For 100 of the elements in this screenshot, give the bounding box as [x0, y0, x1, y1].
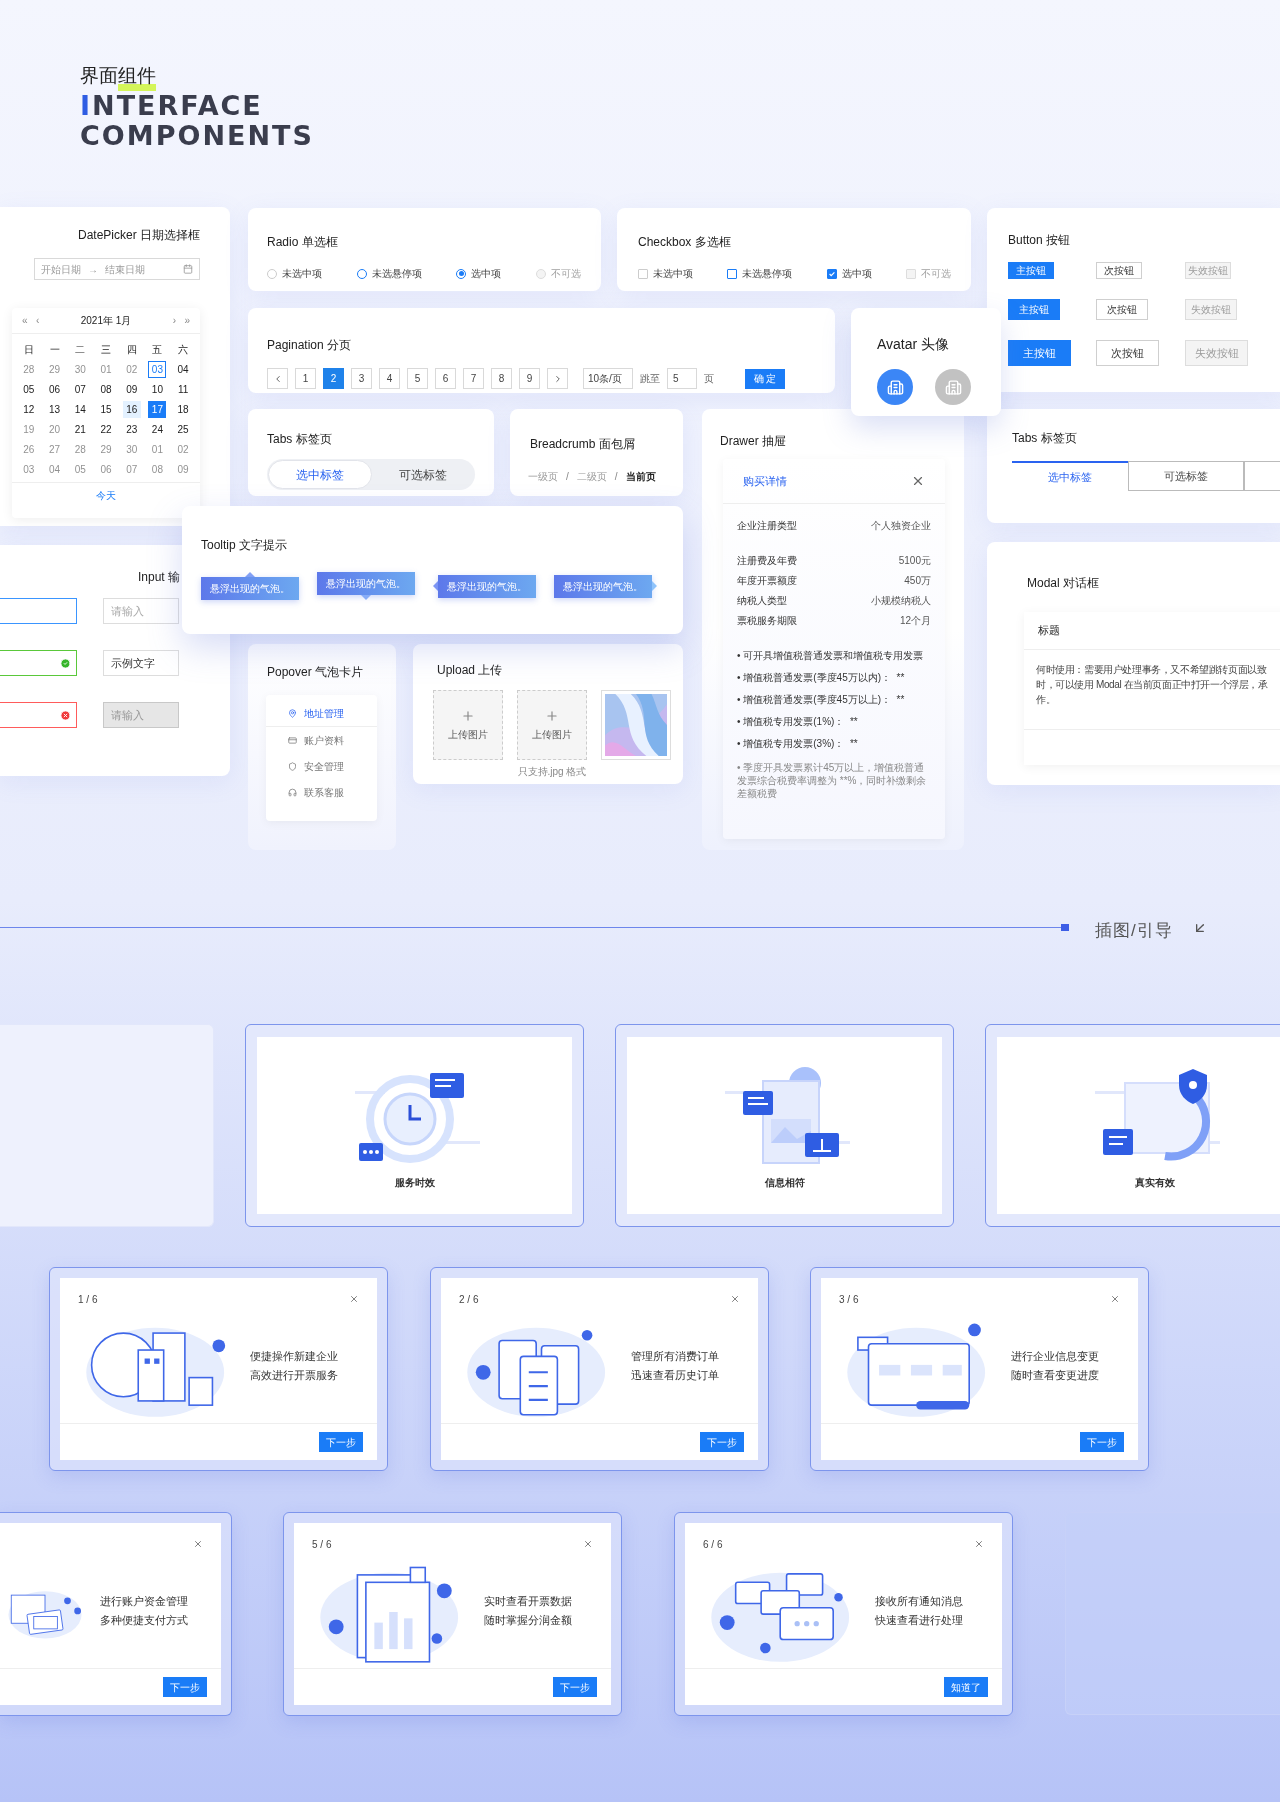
option-label: 选中项 — [471, 267, 502, 281]
calendar-day[interactable]: 21 — [71, 420, 90, 438]
action-button[interactable]: 主按钮 — [1008, 262, 1054, 279]
next-button[interactable]: 下一步 — [553, 1677, 597, 1697]
input-field[interactable] — [0, 650, 77, 676]
menu-item[interactable]: 地址管理 — [266, 701, 377, 727]
weekday-label: 五 — [152, 342, 163, 357]
calendar-day[interactable]: 05 — [19, 380, 38, 398]
calendar-day[interactable]: 12 — [19, 400, 38, 418]
field-value: 450万 — [904, 574, 931, 588]
close-icon[interactable] — [193, 1539, 203, 1549]
building-icon — [886, 378, 904, 396]
guide-text: 随时掌握分润金额 — [484, 1613, 572, 1628]
calendar-day[interactable]: 04 — [174, 360, 193, 378]
plus-icon — [461, 708, 475, 723]
breadcrumb-separator: / — [614, 470, 618, 484]
dialog-text: 作。 — [1036, 694, 1057, 706]
calendar-day[interactable]: 11 — [174, 380, 193, 398]
confirm-button[interactable]: 确 定 — [745, 368, 785, 389]
note-text: • 增值税普通发票(季度45万以上)： ** — [737, 693, 906, 707]
option-label: 未选悬停项 — [371, 267, 422, 281]
action-button[interactable]: 主按钮 — [1008, 299, 1060, 320]
location-pin-icon — [288, 709, 297, 718]
action-button[interactable]: 失效按钮 — [1185, 299, 1237, 320]
input-field[interactable] — [0, 598, 77, 624]
checkbox[interactable] — [826, 268, 837, 279]
card-title: Button 按钮 — [1008, 233, 1071, 247]
calendar-day[interactable]: 10 — [148, 380, 167, 398]
breadcrumb-link[interactable]: 二级页 — [576, 469, 607, 484]
page-button[interactable]: 2 — [323, 368, 344, 389]
close-icon[interactable] — [349, 1294, 359, 1304]
month-label: 2021年 1月 — [79, 314, 133, 328]
action-button[interactable]: 失效按钮 — [1185, 340, 1248, 366]
next-button[interactable]: 下一步 — [1080, 1432, 1124, 1452]
page-button[interactable]: 7 — [463, 368, 484, 389]
checkbox[interactable] — [727, 268, 738, 279]
calendar-day[interactable]: 13 — [45, 400, 64, 418]
calendar-day[interactable]: 23 — [122, 420, 141, 438]
option-label: 不可选 — [921, 267, 951, 281]
error-icon — [60, 709, 71, 721]
prev-year-button[interactable]: « — [22, 313, 36, 328]
calendar-day[interactable]: 07 — [71, 380, 90, 398]
tab[interactable]: 可选标签 — [372, 460, 474, 489]
next-month-button[interactable]: › — [162, 313, 176, 328]
calendar-day[interactable]: 24 — [148, 420, 167, 438]
dialog-title: 标题 — [1038, 623, 1060, 639]
page-button[interactable]: 6 — [435, 368, 456, 389]
action-button[interactable]: 次按钮 — [1096, 299, 1148, 320]
checkbox[interactable] — [638, 268, 648, 279]
next-button[interactable]: 下一步 — [319, 1432, 363, 1452]
calendar-day[interactable]: 15 — [97, 400, 115, 418]
next-button[interactable]: 下一步 — [700, 1432, 744, 1452]
page-size-select[interactable]: 10条/页 — [583, 368, 633, 389]
action-button[interactable]: 主按钮 — [1008, 340, 1071, 366]
next-year-button[interactable]: » — [176, 313, 190, 328]
input-field[interactable]: 示例文字 — [103, 650, 179, 676]
page-button[interactable]: 9 — [519, 368, 540, 389]
page-button[interactable]: 3 — [351, 368, 372, 389]
upload-slot[interactable]: 上传图片 — [433, 690, 503, 760]
calendar-day[interactable]: 16 — [122, 400, 141, 418]
close-icon[interactable] — [583, 1539, 593, 1549]
page-unit-label: 页 — [704, 372, 714, 386]
calendar-day[interactable]: 22 — [97, 420, 115, 438]
page-number-field[interactable]: 5 — [667, 368, 697, 389]
guide-text: 进行企业信息变更 — [1011, 1349, 1099, 1365]
illustration-caption: 服务时效 — [394, 1176, 435, 1190]
close-icon[interactable] — [730, 1294, 740, 1304]
next-button[interactable]: 下一步 — [163, 1677, 207, 1697]
page-button[interactable]: 4 — [379, 368, 400, 389]
calendar-day[interactable]: 14 — [71, 400, 90, 418]
breadcrumb-link[interactable]: 一级页 — [528, 469, 558, 484]
page-button[interactable]: 1 — [295, 368, 316, 389]
calendar-day[interactable]: 18 — [174, 400, 193, 418]
card-icon — [288, 735, 297, 745]
action-button[interactable]: 次按钮 — [1096, 340, 1159, 366]
close-icon[interactable] — [974, 1539, 984, 1549]
upload-slot[interactable]: 上传图片 — [517, 690, 587, 760]
today-link[interactable]: 今天 — [96, 488, 116, 503]
page-button[interactable]: 8 — [491, 368, 512, 389]
menu-item[interactable]: 联系客服 — [266, 779, 377, 805]
date-range-field[interactable]: 开始日期 → 结束日期 — [34, 258, 200, 280]
action-button[interactable]: 次按钮 — [1096, 262, 1142, 279]
input-field[interactable] — [0, 702, 77, 728]
tab[interactable]: 选中标签 — [268, 460, 372, 489]
calendar-day[interactable]: 25 — [174, 420, 193, 438]
breadcrumb-link[interactable]: 当前页 — [625, 469, 656, 484]
prev-month-button[interactable]: ‹ — [36, 313, 50, 328]
calendar-day[interactable]: 17 — [148, 400, 167, 418]
action-button[interactable]: 失效按钮 — [1185, 262, 1231, 279]
close-icon[interactable] — [1110, 1294, 1120, 1304]
close-icon[interactable] — [911, 474, 925, 488]
calendar-day[interactable]: 08 — [97, 380, 115, 398]
menu-item[interactable]: 账户资料 — [266, 727, 377, 753]
calendar-day[interactable]: 06 — [45, 380, 64, 398]
calendar-day[interactable]: 09 — [122, 380, 141, 398]
menu-item[interactable]: 安全管理 — [266, 753, 377, 779]
page-button[interactable]: 5 — [407, 368, 428, 389]
tab[interactable]: 可选标签 — [1128, 461, 1244, 491]
calendar-day[interactable]: 03 — [148, 360, 167, 378]
next-button[interactable]: 知道了 — [944, 1677, 988, 1697]
